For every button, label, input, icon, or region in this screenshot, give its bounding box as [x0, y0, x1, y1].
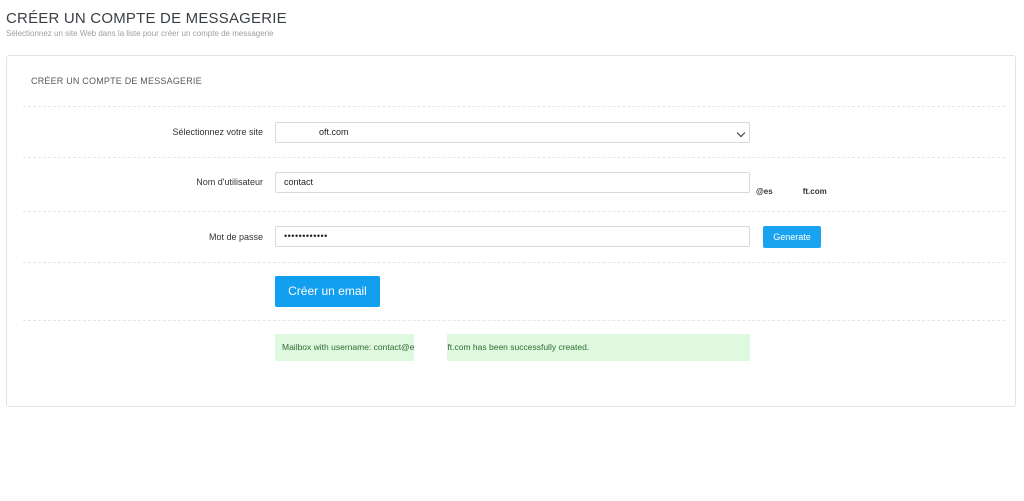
- domain-prefix: @es: [756, 187, 773, 196]
- create-email-button[interactable]: Créer un email: [275, 276, 380, 307]
- redacted-area: [277, 124, 315, 141]
- page-title: CRÉER UN COMPTE DE MESSAGERIE: [6, 10, 287, 27]
- generate-password-button[interactable]: Generate: [763, 226, 821, 248]
- divider: [23, 320, 1005, 321]
- username-input[interactable]: contact: [275, 172, 750, 193]
- password-label: Mot de passe: [208, 232, 263, 242]
- username-label: Nom d'utilisateur: [196, 177, 263, 187]
- divider: [23, 211, 1005, 212]
- chevron-down-icon: [736, 128, 746, 138]
- divider: [23, 106, 1005, 107]
- success-alert: Mailbox with username: contact@e ft.com h…: [275, 334, 750, 361]
- divider: [23, 262, 1005, 263]
- password-input[interactable]: ••••••••••••: [275, 226, 750, 247]
- password-value: ••••••••••••: [284, 231, 328, 241]
- page-subtitle: Sélectionnez un site Web dans la liste p…: [6, 29, 274, 38]
- site-select-label: Sélectionnez votre site: [172, 127, 263, 137]
- domain-suffix: ft.com: [802, 187, 827, 196]
- site-select[interactable]: oft.com: [275, 122, 750, 143]
- create-mailbox-panel: CRÉER UN COMPTE DE MESSAGERIE Sélectionn…: [6, 55, 1016, 407]
- divider: [23, 157, 1005, 158]
- page-header: CRÉER UN COMPTE DE MESSAGERIE Sélectionn…: [6, 10, 287, 39]
- username-domain: @es ft.com: [756, 187, 827, 196]
- alert-message-start: Mailbox with username: contact@e: [282, 342, 415, 352]
- panel-title: CRÉER UN COMPTE DE MESSAGERIE: [31, 76, 202, 86]
- alert-message-end: ft.com has been successfully created.: [447, 342, 590, 352]
- username-value: contact: [284, 177, 314, 187]
- redacted-area: [414, 334, 448, 361]
- site-select-value: oft.com: [319, 127, 349, 137]
